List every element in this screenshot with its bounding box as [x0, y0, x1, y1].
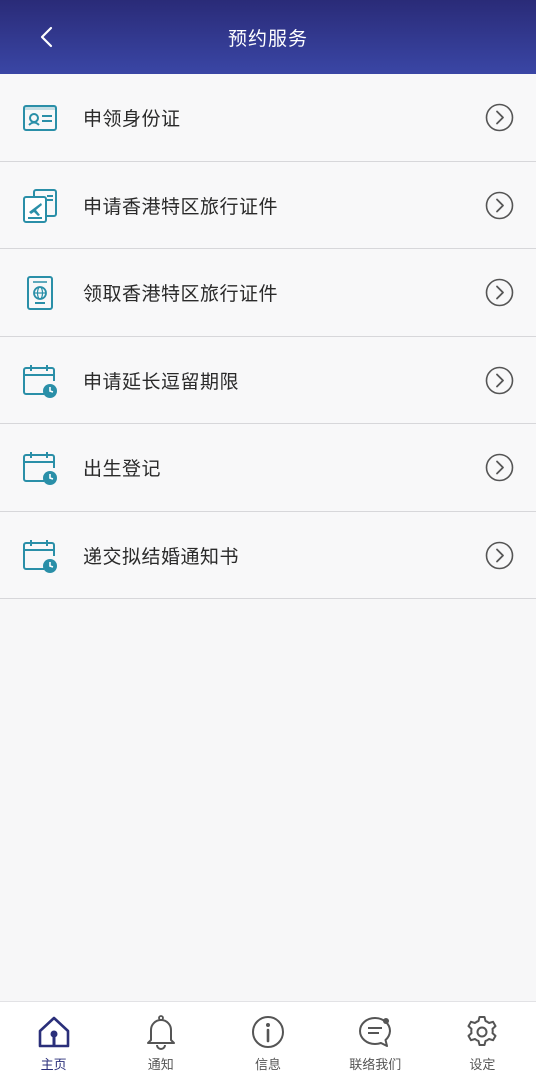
- tab-label: 通知: [147, 1058, 174, 1073]
- service-label: 申请延长逗留期限: [83, 370, 240, 393]
- service-label: 递交拟结婚通知书: [83, 545, 240, 568]
- service-label: 申请香港特区旅行证件: [83, 195, 279, 218]
- bottom-tab-bar: 主页 通知 信息 联络我们 设定: [0, 1001, 536, 1080]
- service-list: 申领身份证 申请香港特区旅行证件 领取香港特区旅行证件 申请延长逗留期限 出生登…: [0, 74, 536, 599]
- travel-document-icon: [23, 188, 57, 223]
- chevron-right-circle-icon: [485, 103, 514, 132]
- service-label: 申领身份证: [83, 108, 181, 130]
- calendar-clock-icon: [23, 452, 57, 485]
- service-item-extend-stay[interactable]: 申请延长逗留期限: [0, 336, 536, 424]
- tab-label: 信息: [255, 1058, 282, 1073]
- gear-icon: [467, 1016, 497, 1046]
- chevron-right-circle-icon: [485, 453, 514, 482]
- service-item-marriage-notice[interactable]: 递交拟结婚通知书: [0, 511, 536, 599]
- service-item-birth-registration[interactable]: 出生登记: [0, 424, 536, 512]
- tab-label: 设定: [469, 1058, 496, 1073]
- chevron-right-circle-icon: [485, 191, 514, 219]
- back-button[interactable]: [30, 20, 64, 54]
- service-item-apply-travel-document[interactable]: 申请香港特区旅行证件: [0, 161, 536, 249]
- chat-icon: [359, 1017, 392, 1047]
- calendar-clock-icon: [23, 364, 57, 398]
- service-item-collect-travel-document[interactable]: 领取香港特区旅行证件: [0, 249, 536, 337]
- chevron-right-circle-icon: [485, 366, 514, 394]
- service-label: 领取香港特区旅行证件: [83, 283, 279, 305]
- app-header: 预约服务: [0, 0, 536, 74]
- home-icon: [38, 1016, 69, 1048]
- bell-icon: [146, 1015, 175, 1050]
- info-icon: [252, 1016, 284, 1048]
- id-card-icon: [23, 105, 57, 131]
- service-label: 出生登记: [83, 458, 162, 480]
- passport-icon: [27, 276, 53, 310]
- page-title: 预约服务: [227, 27, 308, 50]
- tab-contact-us[interactable]: 联络我们: [322, 1002, 429, 1080]
- chevron-right-circle-icon: [485, 541, 514, 569]
- tab-label: 主页: [40, 1058, 67, 1073]
- calendar-clock-icon: [23, 539, 57, 573]
- chevron-right-circle-icon: [485, 278, 514, 307]
- tab-info[interactable]: 信息: [214, 1002, 321, 1080]
- chevron-left-icon: [40, 26, 53, 48]
- service-item-id-card[interactable]: 申领身份证: [0, 74, 536, 162]
- tab-notifications[interactable]: 通知: [107, 1002, 214, 1080]
- tab-home[interactable]: 主页: [0, 1002, 107, 1080]
- tab-settings[interactable]: 设定: [429, 1002, 536, 1080]
- tab-label: 联络我们: [349, 1058, 402, 1073]
